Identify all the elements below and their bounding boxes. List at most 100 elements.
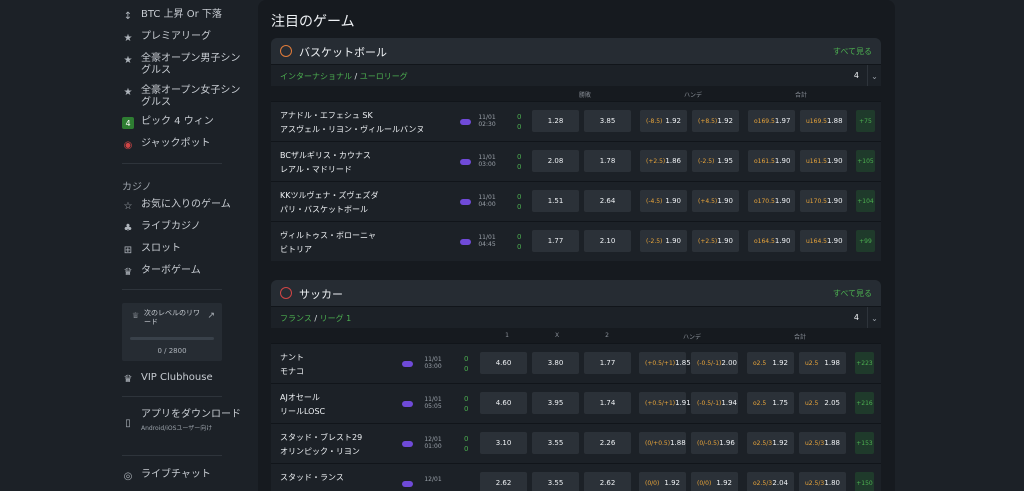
section-title: バスケットボール	[299, 46, 387, 59]
sidebar-item-premier[interactable]: ★ プレミアリーグ	[122, 31, 241, 44]
sidebar-item-open-men[interactable]: ★ 全豪オープン男子シングルス	[122, 53, 241, 77]
odds-button[interactable]: 3.80	[532, 352, 579, 374]
odds-button[interactable]: u170.5 1.90	[800, 190, 847, 212]
match-row[interactable]: スタッド・ランス 12/01 2.62 3.55 2.62 (0/0) 1.92 (0/0) 1…	[271, 463, 881, 491]
odds-button[interactable]: u2.5 1.98	[799, 352, 846, 374]
match-row[interactable]: BCザルギリス・カウナス レアル・マドリード 11/01 03:00 0 0 2.08 1.7…	[271, 141, 881, 181]
odds-button[interactable]: o164.5 1.90	[748, 230, 795, 252]
odds-button[interactable]: o170.5 1.90	[748, 190, 795, 212]
odds-button[interactable]: o2.5 1.75	[747, 392, 794, 414]
sidebar-item-live-casino[interactable]: ♣ ライブカジノ	[122, 221, 241, 234]
odds-button[interactable]: 1.51	[532, 190, 579, 212]
odds-button[interactable]: (+0.5/+1) 1.85	[639, 352, 691, 374]
odds-button[interactable]: o2.5/3 1.92	[747, 432, 794, 454]
odds-button[interactable]: 1.77	[532, 230, 579, 252]
match-row[interactable]: アナドル・エフェシュ SK アスヴェル・リヨン・ヴィルールバンヌ 11/01 02:3…	[271, 101, 881, 141]
more-markets-button[interactable]: +75	[856, 110, 875, 132]
odds-button[interactable]: u169.5 1.88	[800, 110, 847, 132]
odds-button[interactable]: 2.62	[584, 472, 631, 491]
odds-button[interactable]: (-2.5) 1.95	[692, 150, 739, 172]
odds-button[interactable]: (0/+0.5) 1.88	[639, 432, 686, 454]
sidebar-item-label: スロット	[141, 243, 181, 254]
league-bar[interactable]: フランス / リーグ 1 4 ⌄	[271, 306, 881, 329]
reward-progress-value: 0 / 2800	[157, 347, 187, 355]
odds-button[interactable]: u2.5/3 1.88	[799, 432, 846, 454]
chevron-down-icon[interactable]: ⌄	[867, 65, 881, 87]
league-name[interactable]: インターナショナル / ユーロリーグ	[280, 71, 408, 82]
sidebar-item-download-app[interactable]: ▯ アプリをダウンロード Android/iOSユーザー向け	[122, 409, 241, 435]
odds-button[interactable]: (0/-0.5) 1.96	[691, 432, 738, 454]
odds-button[interactable]: o2.5 1.92	[747, 352, 794, 374]
odds-button[interactable]: o161.5 1.90	[748, 150, 795, 172]
odds-button[interactable]: (-8.5) 1.92	[640, 110, 687, 132]
match-row[interactable]: スタッド・ブレスト29 オリンピック・リヨン 12/01 01:00 0 0 3.10 3.5…	[271, 423, 881, 463]
more-markets-button[interactable]: +105	[856, 150, 875, 172]
odds-button[interactable]: 3.95	[532, 392, 579, 414]
odds-button[interactable]: 2.08	[532, 150, 579, 172]
sidebar-item-slots[interactable]: ⊞ スロット	[122, 243, 241, 256]
column-header: 1	[505, 332, 509, 339]
more-markets-button[interactable]: +150	[855, 472, 874, 491]
odds-button[interactable]: (+4.5) 1.90	[692, 190, 739, 212]
match-row[interactable]: KKツルヴェナ・ズヴェズダ パリ・バスケットボール 11/01 04:00 0 0 1.51…	[271, 181, 881, 221]
sidebar-item-pick4[interactable]: 4 ピック 4 ウィン	[122, 116, 241, 129]
odds-button[interactable]: (-4.5) 1.90	[640, 190, 687, 212]
odds-button[interactable]: (+8.5) 1.92	[692, 110, 739, 132]
chevron-down-icon[interactable]: ⌄	[867, 307, 881, 329]
odds-button[interactable]: (0/0) 1.92	[691, 472, 738, 491]
league-bar[interactable]: インターナショナル / ユーロリーグ 4 ⌄	[271, 64, 881, 87]
sidebar-item-btc[interactable]: ↕ BTC 上昇 Or 下落	[122, 9, 241, 22]
more-markets-button[interactable]: +223	[855, 352, 874, 374]
odds-button[interactable]: u164.5 1.90	[800, 230, 847, 252]
odds-button[interactable]: 1.28	[532, 110, 579, 132]
odds-button[interactable]: 2.64	[584, 190, 631, 212]
see-all-link[interactable]: すべて見る	[833, 46, 872, 57]
odds-button[interactable]: (-2.5) 1.90	[640, 230, 687, 252]
more-markets-button[interactable]: +99	[856, 230, 875, 252]
odds-button[interactable]: 3.10	[480, 432, 527, 454]
odds-price: 3.95	[547, 399, 564, 407]
odds-button[interactable]: 3.85	[584, 110, 631, 132]
sidebar-item-jackpot[interactable]: ◉ ジャックポット	[122, 138, 241, 151]
odds-button[interactable]: 1.77	[584, 352, 631, 374]
odds-button[interactable]: 1.78	[584, 150, 631, 172]
match-row[interactable]: ナント モナコ 11/01 03:00 0 0 4.60 3.80 1.77 (+0.5/+1) 1…	[271, 343, 881, 383]
see-all-link[interactable]: すべて見る	[833, 288, 872, 299]
odds-button[interactable]: u161.5 1.90	[800, 150, 847, 172]
odds-button[interactable]: o169.5 1.97	[748, 110, 795, 132]
odds-button[interactable]: 1.74	[584, 392, 631, 414]
odds-button[interactable]: u2.5 2.05	[799, 392, 846, 414]
odds-button[interactable]: (0/0) 1.92	[639, 472, 686, 491]
sidebar-item-open-women[interactable]: ★ 全豪オープン女子シングルス	[122, 85, 241, 109]
odds-button[interactable]: 2.26	[584, 432, 631, 454]
odds-button[interactable]: (-0.5/-1) 1.94	[691, 392, 738, 414]
league-name[interactable]: フランス / リーグ 1	[280, 313, 351, 324]
more-markets-button[interactable]: +104	[856, 190, 875, 212]
next-level-reward-card[interactable]: ♕ 次のレベルのリワード ↗ 0 / 2800	[122, 303, 222, 361]
more-markets-button[interactable]: +153	[855, 432, 874, 454]
odds-button[interactable]: 2.10	[584, 230, 631, 252]
odds-button[interactable]: (-0.5/-1) 2.00	[691, 352, 738, 374]
odds-button[interactable]: 4.60	[480, 352, 527, 374]
sidebar-item-turbo[interactable]: ♛ ターボゲーム	[122, 265, 241, 278]
odds-button[interactable]: 2.62	[480, 472, 527, 491]
odds-line: u2.5/3	[805, 479, 825, 487]
match-row[interactable]: ヴィルトゥス・ボローニャ ビトリア 11/01 04:45 0 0 1.77 2.10 (-2.…	[271, 221, 881, 261]
odds-button[interactable]: 4.60	[480, 392, 527, 414]
odds-button[interactable]: (+0.5/+1) 1.91	[639, 392, 691, 414]
odds-line: (+2.5)	[698, 237, 718, 245]
odds-button[interactable]: (+2.5) 1.86	[640, 150, 687, 172]
match-row[interactable]: AJオセール リールLOSC 11/01 05:05 0 0 4.60 3.95 1.74 (+0…	[271, 383, 881, 423]
odds-button[interactable]: (+2.5) 1.90	[692, 230, 739, 252]
more-markets-button[interactable]: +216	[855, 392, 874, 414]
odds-button[interactable]: o2.5/3 2.04	[747, 472, 794, 491]
odds-price: 1.88	[824, 439, 840, 447]
odds-button[interactable]: 3.55	[532, 432, 579, 454]
open-arrow-icon[interactable]: ↗	[207, 311, 215, 321]
sidebar-item-favorites[interactable]: ☆ お気に入りのゲーム	[122, 199, 241, 212]
odds-button[interactable]: 3.55	[532, 472, 579, 491]
odds-button[interactable]: u2.5/3 1.80	[799, 472, 846, 491]
sidebar-item-live-chat[interactable]: ◎ ライブチャット	[122, 469, 241, 482]
sidebar-item-vip[interactable]: ♛ VIP Clubhouse	[122, 372, 241, 385]
odds-price: 1.86	[665, 157, 681, 165]
